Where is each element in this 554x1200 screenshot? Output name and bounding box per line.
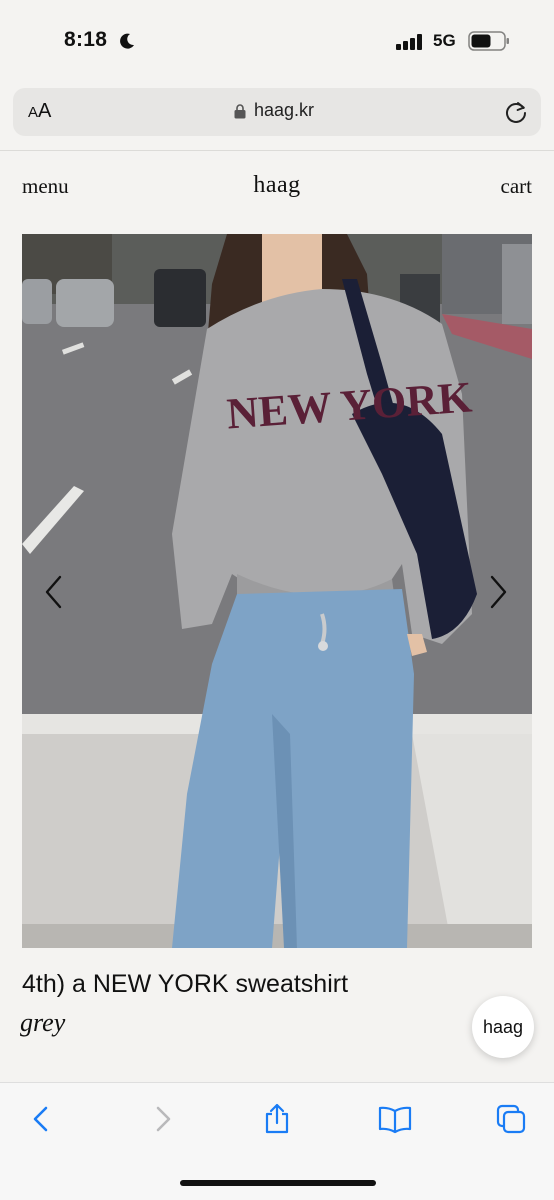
moon-icon bbox=[120, 33, 134, 49]
reload-icon[interactable] bbox=[503, 99, 529, 125]
status-time: 8:18 bbox=[64, 28, 108, 51]
chat-button[interactable]: haag bbox=[472, 996, 534, 1058]
signal-icon bbox=[396, 34, 422, 50]
chevron-right-icon[interactable] bbox=[486, 574, 510, 610]
lock-icon bbox=[234, 104, 246, 119]
text-size-button[interactable]: AA bbox=[28, 100, 51, 123]
bookmarks-icon[interactable] bbox=[377, 1103, 413, 1135]
home-indicator bbox=[180, 1180, 376, 1186]
product-title: 4th) a NEW YORK sweatshirt bbox=[22, 970, 349, 998]
url-text[interactable]: haag.kr bbox=[254, 100, 314, 121]
chevron-left-icon[interactable] bbox=[42, 574, 66, 610]
status-bar: 8:18 5G bbox=[0, 0, 554, 86]
header-divider bbox=[0, 150, 554, 151]
share-icon[interactable] bbox=[261, 1103, 293, 1135]
network-label: 5G bbox=[433, 31, 456, 50]
cart-link[interactable]: cart bbox=[501, 174, 532, 199]
address-bar[interactable]: AA haag.kr bbox=[13, 88, 541, 136]
tabs-icon[interactable] bbox=[495, 1103, 527, 1135]
site-logo[interactable]: haag bbox=[0, 172, 554, 199]
battery-icon bbox=[468, 31, 509, 51]
product-photo-illustration: NEW YORK bbox=[22, 234, 532, 948]
product-variant: grey bbox=[20, 1008, 66, 1037]
product-image[interactable]: NEW YORK bbox=[22, 234, 532, 948]
forward-icon[interactable] bbox=[146, 1103, 178, 1135]
back-icon[interactable] bbox=[26, 1103, 58, 1135]
